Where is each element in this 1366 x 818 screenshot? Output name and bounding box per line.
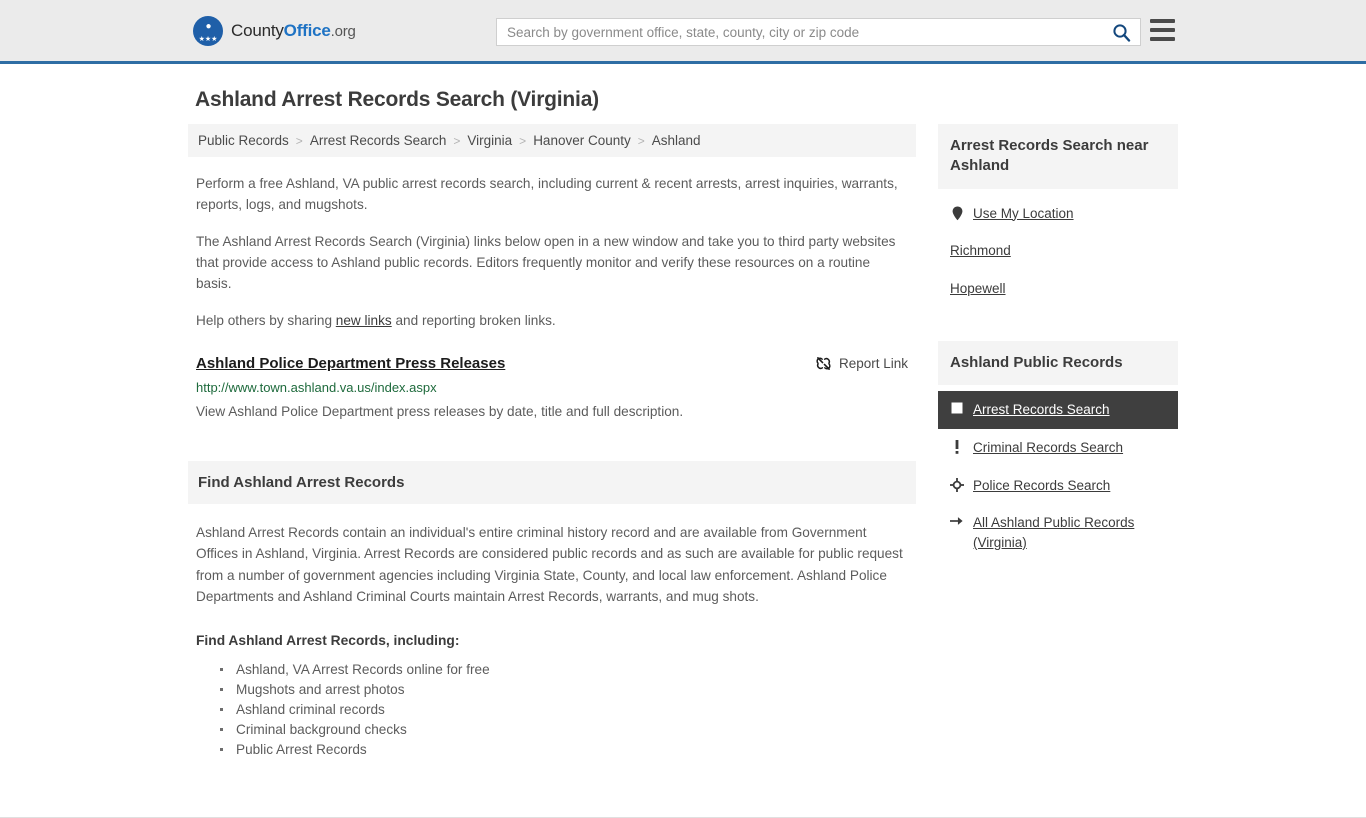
page-title: Ashland Arrest Records Search (Virginia)	[195, 88, 599, 111]
share-text-after: and reporting broken links.	[391, 313, 556, 329]
find-section-bullet-list: Ashland, VA Arrest Records online for fr…	[196, 660, 908, 760]
breadcrumb-item-virginia[interactable]: Virginia	[467, 133, 512, 148]
hamburger-menu-icon[interactable]	[1150, 19, 1175, 41]
report-link-button[interactable]: Report Link	[816, 355, 908, 371]
page-body: Ashland Arrest Records Search (Virginia)…	[0, 64, 1366, 818]
sidebar-public-records-list: Arrest Records Search Criminal Records S…	[938, 385, 1178, 561]
sidebar-item-use-my-location[interactable]: Use My Location	[938, 195, 1178, 233]
sidebar-item-criminal-records-search[interactable]: Criminal Records Search	[938, 429, 1178, 467]
result-description: View Ashland Police Department press rel…	[196, 404, 684, 420]
result-header-row: Ashland Police Department Press Releases…	[196, 355, 908, 372]
result-url: http://www.town.ashland.va.us/index.aspx	[196, 380, 437, 396]
hamburger-bar	[1150, 37, 1175, 41]
sidebar-item-police-records-search[interactable]: Police Records Search	[938, 467, 1178, 505]
square-icon	[950, 400, 964, 414]
intro-text: Perform a free Ashland, VA public arrest…	[188, 173, 916, 331]
eagle-stars-badge-icon: ● ★★★	[193, 15, 223, 46]
breadcrumb-item-ashland: Ashland	[651, 133, 701, 148]
breadcrumb: Public Records > Arrest Records Search >…	[188, 124, 916, 157]
find-section-paragraph: Ashland Arrest Records contain an indivi…	[196, 524, 903, 605]
site-header: ● ★★★ CountyOffice.org	[0, 0, 1366, 64]
sidebar-public-records-block: Ashland Public Records Arrest Records Se…	[938, 341, 1178, 561]
share-text-before: Help others by sharing	[196, 313, 336, 329]
sidebar-item-all-public-records[interactable]: All Ashland Public Records (Virginia)	[938, 504, 1178, 561]
search-bar[interactable]	[496, 18, 1141, 46]
sidebar-near-heading: Arrest Records Search near Ashland	[938, 124, 1178, 189]
sidebar-public-records-link-label[interactable]: Police Records Search	[973, 476, 1110, 496]
broken-link-icon	[816, 357, 831, 371]
sidebar-public-records-link-label[interactable]: All Ashland Public Records (Virginia)	[973, 513, 1166, 552]
crosshair-icon	[950, 476, 964, 492]
exclamation-icon	[950, 438, 964, 454]
search-input[interactable]	[497, 19, 1102, 45]
intro-paragraph-3: Help others by sharing new links and rep…	[196, 310, 908, 331]
sidebar-public-records-link-label[interactable]: Arrest Records Search	[973, 400, 1110, 420]
breadcrumb-item-arrest-records-search[interactable]: Arrest Records Search	[310, 133, 447, 148]
sidebar-near-list: Use My Location Richmond Hopewell	[938, 189, 1178, 308]
sidebar: Arrest Records Search near Ashland Use M…	[938, 124, 1178, 760]
brand-part-office: Office	[283, 20, 331, 40]
list-item: Criminal background checks	[218, 720, 908, 740]
intro-paragraph-1: Perform a free Ashland, VA public arrest…	[196, 176, 898, 213]
sidebar-public-records-heading: Ashland Public Records	[938, 341, 1178, 386]
breadcrumb-separator: >	[637, 133, 645, 148]
hamburger-bar	[1150, 19, 1175, 23]
site-logo[interactable]: ● ★★★ CountyOffice.org	[193, 15, 356, 46]
main-column: Public Records > Arrest Records Search >…	[188, 124, 916, 760]
intro-paragraph-2: The Ashland Arrest Records Search (Virgi…	[196, 234, 896, 292]
sidebar-public-records-link-label[interactable]: Criminal Records Search	[973, 438, 1123, 458]
sidebar-near-link-label[interactable]: Richmond	[950, 241, 1011, 261]
result-item: Ashland Police Department Press Releases…	[188, 347, 916, 422]
search-button[interactable]	[1102, 19, 1140, 45]
content-container: Public Records > Arrest Records Search >…	[188, 124, 1178, 760]
hamburger-bar	[1150, 28, 1175, 32]
list-item: Public Arrest Records	[218, 740, 908, 760]
list-item: Mugshots and arrest photos	[218, 680, 908, 700]
list-item: Ashland criminal records	[218, 700, 908, 720]
search-icon	[1112, 23, 1130, 42]
sidebar-item-arrest-records-search[interactable]: Arrest Records Search	[938, 391, 1178, 429]
list-item: Ashland, VA Arrest Records online for fr…	[218, 660, 908, 680]
breadcrumb-separator: >	[295, 133, 303, 148]
new-links-link[interactable]: new links	[336, 313, 392, 328]
sidebar-near-link-label[interactable]: Use My Location	[973, 204, 1074, 224]
sidebar-near-link-label[interactable]: Hopewell	[950, 279, 1006, 299]
find-section-body: Ashland Arrest Records contain an indivi…	[188, 522, 916, 761]
brand-part-county: County	[231, 20, 284, 40]
sidebar-item-richmond[interactable]: Richmond	[938, 232, 1178, 270]
breadcrumb-item-public-records[interactable]: Public Records	[198, 133, 289, 148]
breadcrumb-item-hanover-county[interactable]: Hanover County	[533, 133, 631, 148]
find-section-heading: Find Ashland Arrest Records	[188, 460, 916, 504]
arrow-right-icon	[950, 513, 964, 527]
breadcrumb-separator: >	[453, 133, 461, 148]
sidebar-item-hopewell[interactable]: Hopewell	[938, 270, 1178, 308]
brand-part-org: .org	[330, 22, 356, 40]
find-section-subheading: Find Ashland Arrest Records, including:	[196, 632, 460, 648]
report-link-label: Report Link	[838, 356, 908, 372]
brand-wordmark: CountyOffice.org	[231, 21, 356, 41]
result-title-link[interactable]: Ashland Police Department Press Releases	[196, 355, 505, 372]
map-pin-icon	[950, 204, 964, 221]
breadcrumb-separator: >	[519, 133, 527, 148]
